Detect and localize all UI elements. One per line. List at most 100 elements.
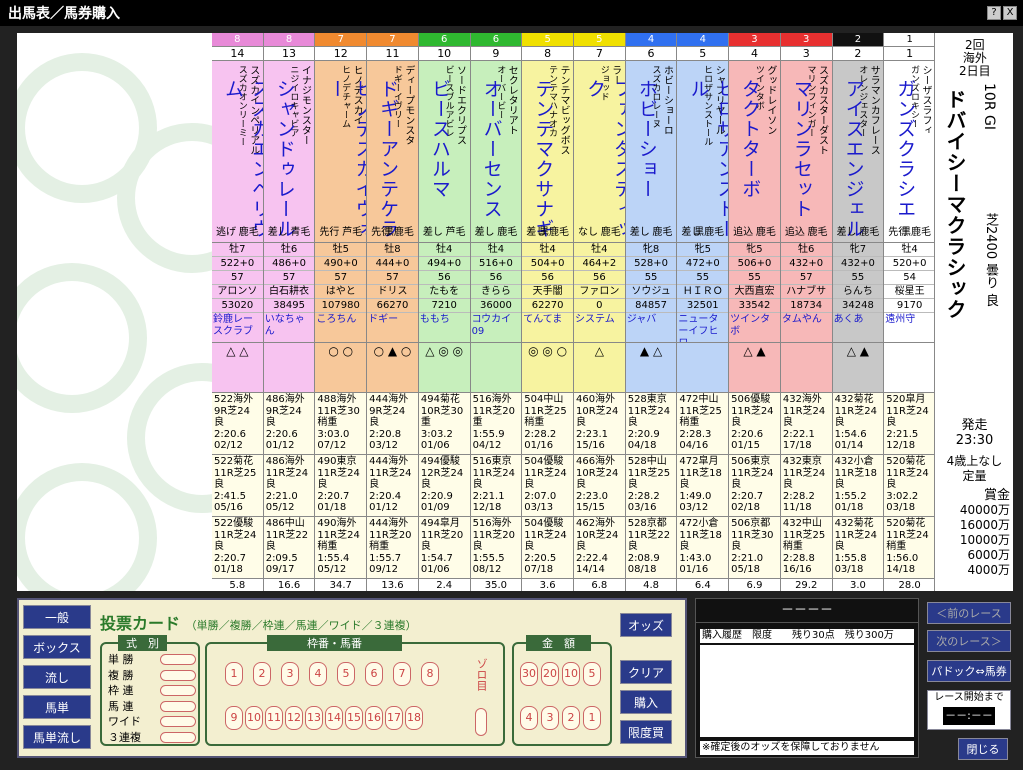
number-toggle[interactable]: 11 <box>265 706 283 730</box>
bet-type-row[interactable]: 複 勝 <box>108 668 196 684</box>
bet-mode-button[interactable]: 馬単 <box>23 695 91 719</box>
bet-type-row[interactable]: 馬 連 <box>108 699 196 715</box>
number-toggle[interactable]: 6 <box>365 662 383 686</box>
bet-type-toggle[interactable] <box>160 654 196 665</box>
amount-toggle[interactable]: 30 <box>520 662 538 686</box>
horse-column[interactable]: 1 1 シーザスラフィ ガンズロキシー ガンズクラシエ 先行 黒鹿毛 牡4 520+0 54 桜星王… <box>884 33 936 591</box>
number-toggle[interactable]: 12 <box>285 706 303 730</box>
clear-button[interactable]: クリア <box>620 660 672 684</box>
horse-name[interactable]: タクトターボ <box>737 79 764 199</box>
next-race-button[interactable]: 次のレース＞ <box>927 630 1011 652</box>
horse-column[interactable]: 4 5 シャフリヤール ヒロザサンストール ヒロザアンストール 差し 黒鹿毛 牝5 472+0 5… <box>677 33 730 591</box>
race-line: 11R芝20 <box>369 529 412 541</box>
bet-mode-button[interactable]: 流し <box>23 665 91 689</box>
number-toggle[interactable]: 1 <box>225 662 243 686</box>
number-toggle[interactable]: 2 <box>253 662 271 686</box>
number-toggle[interactable]: 3 <box>281 662 299 686</box>
race-line: 良 <box>214 479 224 490</box>
amount-toggle[interactable]: 2 <box>562 706 580 730</box>
buy-button[interactable]: 購入 <box>620 690 672 714</box>
body-weight: 504+0 <box>522 257 573 271</box>
horse-column[interactable]: 5 7 ラー ジョッド ファンタスティック なし 鹿毛 牡4 464+2 56 ファロン 0 システム △… <box>574 33 626 591</box>
horse-name[interactable]: ホビーショー <box>634 79 661 199</box>
bet-type-row[interactable]: 枠 連 <box>108 683 196 699</box>
race-line: 11R芝18 <box>679 529 722 541</box>
horse-name[interactable]: スズカエンペリウム <box>220 79 263 242</box>
amount-toggle[interactable]: 1 <box>583 706 601 730</box>
bet-type-row[interactable]: ３連複 <box>108 730 196 746</box>
number-toggle[interactable]: 18 <box>405 706 423 730</box>
close-button[interactable]: 閉じる <box>958 738 1008 760</box>
close-icon[interactable]: X <box>1003 6 1017 20</box>
amount-toggle[interactable]: 3 <box>541 706 559 730</box>
race-weather: 曇り <box>983 263 998 290</box>
horse-column[interactable]: 8 14 スズカインペリアル スズカオンリーミー スズカエンペリウム 逃げ 鹿毛 牡7 522+… <box>212 33 264 591</box>
amount-toggle[interactable]: 5 <box>583 662 601 686</box>
number-toggle[interactable]: 4 <box>309 662 327 686</box>
race-line: 良 <box>576 541 586 552</box>
help-button[interactable]: ? <box>987 6 1001 20</box>
number-toggle[interactable]: 7 <box>393 662 411 686</box>
horse-name[interactable]: オーバーセンス <box>479 79 506 219</box>
odds-button[interactable]: オッズ <box>620 613 672 637</box>
bet-type-toggle[interactable] <box>160 716 196 727</box>
number-toggle[interactable]: 10 <box>245 706 263 730</box>
horse-column[interactable]: 7 12 ヒノデスカイ ヒノデチャーム ヒノデスカイウォー 先行 芦毛 牡5 490+0 57 はや… <box>315 33 368 591</box>
limit-buy-button[interactable]: 限度買 <box>620 720 672 744</box>
horse-name[interactable]: ファンタスティック <box>582 79 625 242</box>
bet-type-toggle[interactable] <box>160 685 196 696</box>
horse-name[interactable]: ヒロザアンストール <box>685 79 728 242</box>
history-list[interactable] <box>700 645 914 737</box>
number-toggle[interactable]: 17 <box>385 706 403 730</box>
number-toggle[interactable]: 9 <box>225 706 243 730</box>
race-line: 2:20.6 <box>214 428 246 440</box>
horse-name[interactable]: ドギーアンテケラ <box>375 79 402 239</box>
amount-toggle[interactable]: 4 <box>520 706 538 730</box>
race-line: 506東京 <box>731 456 771 467</box>
coat-color: 鹿毛 <box>652 227 673 238</box>
zoro-toggle[interactable] <box>475 708 487 736</box>
bet-type-row[interactable]: 単 勝 <box>108 652 196 668</box>
horse-column[interactable]: 2 2 サラマンカフレース オレンジェスター アイスエンジェル 差し 鹿毛 牝7 432+0 55… <box>832 33 885 591</box>
number-toggle[interactable]: 15 <box>345 706 363 730</box>
horse-column[interactable]: 5 8 テンテマビッグボス テンテマハナオカ テンテマクサナギ 差し 黒鹿毛 牡4 504+0 5… <box>522 33 574 591</box>
bet-mode-button[interactable]: ボックス <box>23 635 91 659</box>
race-line: 1:55.8 <box>834 552 867 564</box>
paddock-toggle-button[interactable]: パドック⇔馬券 <box>927 660 1011 682</box>
horse-name[interactable]: ビースハルマ <box>427 79 454 199</box>
horse-column[interactable]: 7 11 ディープモンスタ ドギーイヴリー ドギーアンテケラ 先行 黒鹿毛 牡8 444+0 57… <box>367 33 419 591</box>
number-toggle[interactable]: 8 <box>421 662 439 686</box>
horse-column[interactable]: 3 3 スズカスターダスト マリンフィンガー マリンラセット 追込 鹿毛 牡6 432+0 57 ハ… <box>780 33 833 591</box>
race-line: 03/16 <box>627 502 657 513</box>
prev-race-button[interactable]: ＜前のレース <box>927 602 1011 624</box>
owner-name: ジャバ <box>625 313 677 343</box>
past-race-r1: 522優駿 11R芝24 良 2:20.7 01/18 <box>212 517 263 579</box>
number-toggle[interactable]: 5 <box>337 662 355 686</box>
horse-column[interactable]: 6 10 ソードエクリプス ビースブルアビレ ビースハルマ 差し 芦毛 牡4 494+0 56 たも… <box>418 33 471 591</box>
amount-toggle[interactable]: 20 <box>541 662 559 686</box>
bet-type-row[interactable]: ワイド <box>108 714 196 730</box>
number-toggle[interactable]: 16 <box>365 706 383 730</box>
horse-column[interactable]: 8 13 イナジモンスター ニジイロキャビア シャンドゥレール 差し 青毛 牡6 486+0 57… <box>263 33 316 591</box>
number-toggle[interactable]: 13 <box>305 706 323 730</box>
horse-column[interactable]: 4 6 ホビーショーロ スズカロレーヌ ホビーショー 差し 鹿毛 牝8 528+0 55 ソウジュ 8… <box>625 33 678 591</box>
horse-name[interactable]: マリンラセット <box>789 79 816 219</box>
bet-type-toggle[interactable] <box>160 700 196 712</box>
bet-mode-button[interactable]: 馬単流し <box>23 725 91 749</box>
horse-name[interactable]: アイスエンジェル <box>841 79 868 239</box>
horse-name[interactable]: シャンドゥレール <box>272 79 299 239</box>
coat-color: 鹿毛 <box>497 227 518 238</box>
bet-mode-button[interactable]: 一般 <box>23 605 91 629</box>
horse-name[interactable]: ヒノデスカイウォー <box>323 79 366 242</box>
win-odds: 5.8 <box>212 579 263 591</box>
bet-type-toggle[interactable] <box>160 669 196 681</box>
number-toggle[interactable]: 14 <box>325 706 343 730</box>
horse-name[interactable]: ガンズクラシエ <box>892 79 919 219</box>
horse-name[interactable]: テンテマクサナギ <box>530 79 557 239</box>
race-line: 稍重 <box>317 541 338 552</box>
amount-toggle[interactable]: 10 <box>562 662 580 686</box>
bet-type-toggle[interactable] <box>160 731 196 743</box>
horse-column[interactable]: 3 4 グッドレイソン ツインタボ タクトターボ 追込 鹿毛 牝5 506+0 55 大西直宏 335… <box>729 33 781 591</box>
horse-column[interactable]: 6 9 セクレタリアト オーバービー オーバーセンス 差し 鹿毛 牡4 516+0 56 きらら 36… <box>470 33 523 591</box>
race-line: 04/12 <box>472 440 502 451</box>
